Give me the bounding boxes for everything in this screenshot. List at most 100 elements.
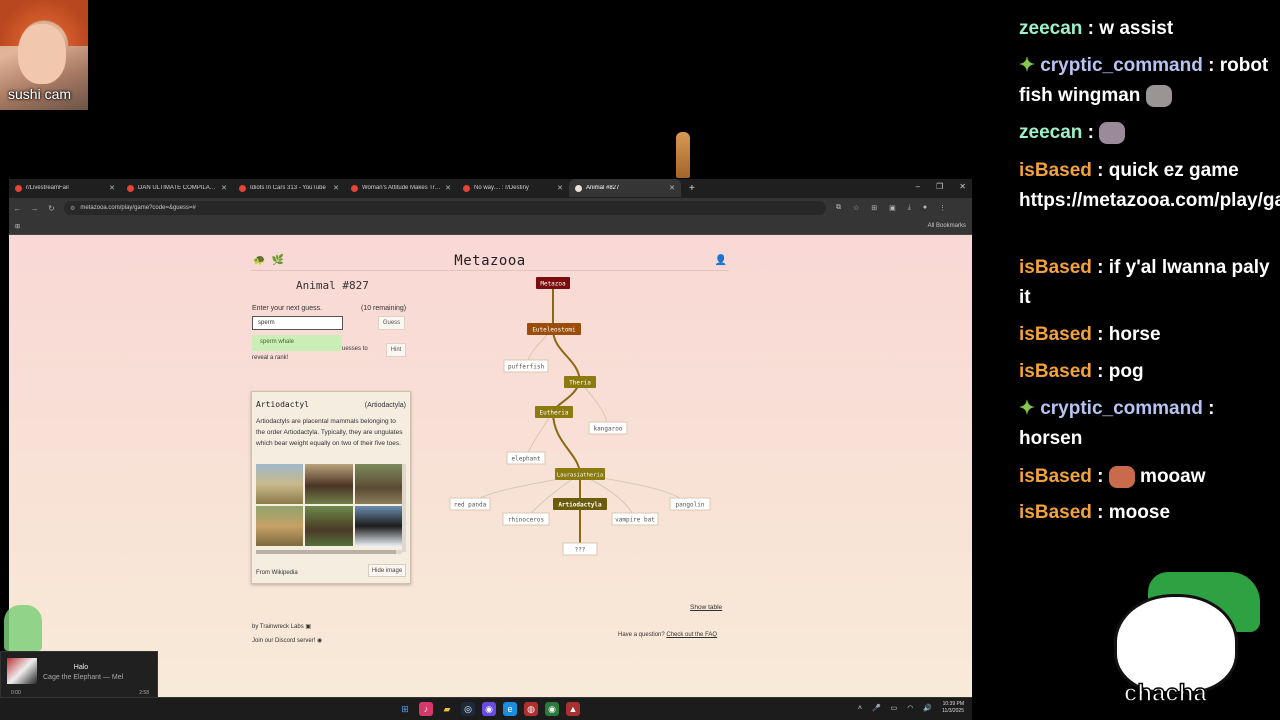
obs-icon[interactable]: ◍ [524,702,538,716]
hint-button[interactable]: Hint [386,343,406,357]
chat-username[interactable]: isBased [1019,324,1092,345]
windows-taskbar: ⊞ ♪ ▰ ◎ ◉ e ◍ ◉ ▲ ˄ 🎤 ▭ ◠ 🔊 10:39 PM 11/… [0,697,972,720]
address-bar[interactable]: ⚙ metazooa.com/play/game?code=&guess=# [64,201,826,215]
node-vampire-bat[interactable]: vampire bat [611,512,659,526]
folder-icon[interactable]: ▰ [440,702,454,716]
chat-username[interactable]: zeecan [1019,18,1082,39]
menu-icon[interactable]: ⋮ [939,204,946,212]
autocomplete-suggestion[interactable]: sperm whale [252,335,342,351]
tab-dan-compilation[interactable]: DAN ULTIMATE COMPILATION... ✕ [121,179,233,197]
face-emote-icon [1108,465,1135,488]
mic-icon[interactable]: 🎤 [872,704,881,712]
chat-text: horsen [1019,428,1083,449]
chat-username[interactable]: isBased [1019,466,1092,487]
close-window-button[interactable]: ✕ [959,182,966,191]
tab-animal-827[interactable]: Animal #827 ✕ [569,179,681,197]
branch-euteleostomi-theria [552,328,581,383]
tab-womans-attitude[interactable]: Woman's Attitude Makes Traffi... ✕ [345,179,457,197]
taskbar-apps: ⊞ ♪ ▰ ◎ ◉ e ◍ ◉ ▲ [398,702,580,716]
hide-image-button[interactable]: Hide image [368,564,406,577]
gallery-scrollbar[interactable] [256,550,402,554]
page-title: Animal #827 [296,279,369,292]
discord-app-icon[interactable]: ◉ [482,702,496,716]
extensions-icon[interactable]: ⊞ [871,204,877,212]
user-icon[interactable]: 👤 [715,255,727,266]
close-icon[interactable]: ✕ [221,184,227,192]
all-bookmarks-button[interactable]: All Bookmarks [928,223,966,229]
taskbar-clock[interactable]: 10:39 PM 11/3/2025 [942,701,964,715]
bookmark-star-icon[interactable]: ☆ [853,204,859,212]
site-brand[interactable]: Metazooa [251,253,729,269]
guess-button[interactable]: Guess [378,316,405,330]
chat-message: isBased : pog [1019,361,1144,382]
trainwreck-logo-icon: ▣ [305,624,312,630]
credit-label: by Trainwreck Labs [252,624,304,630]
reload-icon[interactable]: ↻ [43,204,60,213]
minimize-button[interactable]: – [916,182,920,191]
back-icon[interactable]: ← [9,204,26,213]
profile-icon[interactable]: ● [923,204,927,212]
chat-username[interactable]: cryptic_command [1040,55,1203,76]
clock-date: 11/3/2025 [942,708,964,714]
chat-username[interactable]: isBased [1019,257,1092,278]
apps-grid-icon[interactable]: ⊞ [15,223,20,230]
node-metazoa[interactable]: Metazoa [536,277,570,289]
chat-text: horse [1108,324,1161,345]
node-pufferfish[interactable]: pufferfish [503,359,549,373]
close-icon[interactable]: ✕ [557,184,563,192]
steam-icon[interactable]: ◎ [461,702,475,716]
chevron-up-icon[interactable]: ˄ [858,705,862,712]
scrollbar-thumb[interactable] [256,550,396,554]
maximize-button[interactable]: ❐ [936,182,943,191]
chat-message: ✦ cryptic_command : robot fish wingman [1019,51,1280,111]
faq-link[interactable]: Check out the FAQ [666,632,717,638]
guess-input[interactable] [252,316,343,330]
node-laurasiatheria[interactable]: Laurasiatheria [555,468,605,480]
node-elephant[interactable]: elephant [506,451,546,465]
tab-livestreamfail[interactable]: r/LivestreamFail ✕ [9,179,121,197]
wifi-icon[interactable]: ◠ [907,704,913,712]
close-icon[interactable]: ✕ [669,184,675,192]
chrome-icon[interactable]: ◉ [545,702,559,716]
side-panel-icon[interactable]: ▣ [889,204,896,212]
gallery-vertical-scrollbar[interactable] [402,464,406,552]
node-unknown[interactable]: ??? [562,542,598,556]
close-icon[interactable]: ✕ [109,184,115,192]
chat-username[interactable]: cryptic_command [1040,398,1203,419]
node-theria[interactable]: Theria [564,376,596,388]
node-artiodactyla[interactable]: Artiodactyla [553,498,607,510]
install-app-icon[interactable]: ⧉ [836,204,841,212]
chat-message: ✦ cryptic_command : horsen [1019,394,1280,454]
edge-icon[interactable]: e [503,702,517,716]
branch-eutheria-laurasiatheria [552,411,581,475]
app-icon[interactable]: ▲ [566,702,580,716]
tab-idiots-in-cars[interactable]: Idiots In Cars 313 - YouTube ✕ [233,179,345,197]
node-eutheria[interactable]: Eutheria [535,406,573,418]
speaker-icon[interactable]: 🔊 [923,704,932,712]
close-icon[interactable]: ✕ [445,184,451,192]
discord-label[interactable]: Join our Discord server! [252,638,315,644]
node-label: Euteleostomi [532,327,576,334]
node-kangaroo[interactable]: kangaroo [588,421,628,435]
chat-username[interactable]: isBased [1019,160,1092,181]
tab-destiny[interactable]: No way.... : r/Destiny ✕ [457,179,569,197]
node-pangolin[interactable]: pangolin [669,497,711,511]
discord-link[interactable]: Join our Discord server! ◉ [252,637,322,644]
site-info-icon[interactable]: ⚙ [70,205,75,212]
start-icon[interactable]: ⊞ [398,702,412,716]
new-tab-button[interactable]: + [681,183,703,194]
chat-username[interactable]: isBased [1019,502,1092,523]
close-icon[interactable]: ✕ [333,184,339,192]
node-red-panda[interactable]: red panda [449,497,491,511]
branch-laurasiatheria-rhinoceros [525,473,581,520]
monitor-icon[interactable]: ▭ [891,704,898,712]
chat-username[interactable]: isBased [1019,361,1092,382]
node-rhinoceros[interactable]: rhinoceros [502,512,550,526]
music-app-icon[interactable]: ♪ [419,702,433,716]
forward-icon[interactable]: → [26,204,43,213]
download-icon[interactable]: ⤓ [908,204,911,212]
chat-username[interactable]: zeecan [1019,122,1082,143]
node-euteleostomi[interactable]: Euteleostomi [527,323,581,335]
card-description: Artiodactyls are placental mammals belon… [256,418,403,447]
show-table-link[interactable]: Show table [690,604,722,611]
